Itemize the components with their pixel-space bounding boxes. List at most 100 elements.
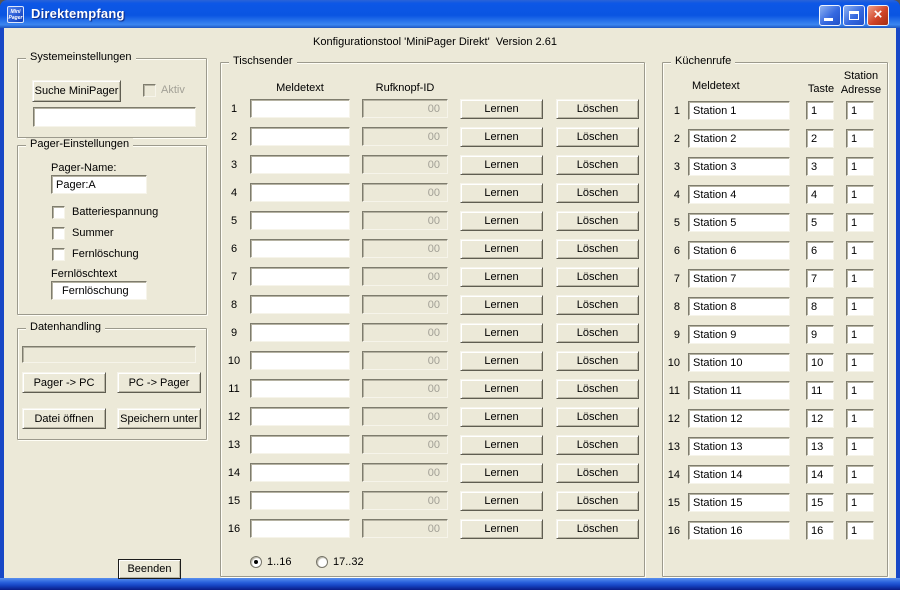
station-adresse-input[interactable]	[846, 353, 874, 372]
taste-input[interactable]	[806, 129, 834, 148]
lernen-button[interactable]: Lernen	[460, 491, 543, 511]
pager-name-input[interactable]	[51, 175, 147, 194]
station-meldetext-input[interactable]	[688, 297, 790, 316]
lernen-button[interactable]: Lernen	[460, 463, 543, 483]
datei-oeffnen-button[interactable]: Datei öffnen	[22, 408, 106, 429]
station-meldetext-input[interactable]	[688, 465, 790, 484]
station-meldetext-input[interactable]	[688, 213, 790, 232]
meldetext-input[interactable]	[250, 211, 350, 230]
taste-input[interactable]	[806, 241, 834, 260]
lernen-button[interactable]: Lernen	[460, 183, 543, 203]
loeschen-button[interactable]: Löschen	[556, 211, 639, 231]
loeschen-button[interactable]: Löschen	[556, 519, 639, 539]
station-adresse-input[interactable]	[846, 241, 874, 260]
station-adresse-input[interactable]	[846, 213, 874, 232]
meldetext-input[interactable]	[250, 491, 350, 510]
meldetext-input[interactable]	[250, 99, 350, 118]
station-meldetext-input[interactable]	[688, 101, 790, 120]
lernen-button[interactable]: Lernen	[460, 239, 543, 259]
taste-input[interactable]	[806, 185, 834, 204]
summer-checkbox[interactable]	[52, 227, 65, 240]
lernen-button[interactable]: Lernen	[460, 127, 543, 147]
pc-to-pager-button[interactable]: PC -> Pager	[117, 372, 201, 393]
meldetext-input[interactable]	[250, 407, 350, 426]
loeschen-button[interactable]: Löschen	[556, 435, 639, 455]
meldetext-input[interactable]	[250, 239, 350, 258]
lernen-button[interactable]: Lernen	[460, 379, 543, 399]
close-button[interactable]: ×	[867, 5, 889, 26]
taste-input[interactable]	[806, 101, 834, 120]
meldetext-input[interactable]	[250, 267, 350, 286]
lernen-button[interactable]: Lernen	[460, 295, 543, 315]
maximize-button[interactable]	[843, 5, 865, 26]
meldetext-input[interactable]	[250, 323, 350, 342]
loeschen-button[interactable]: Löschen	[556, 463, 639, 483]
loeschen-button[interactable]: Löschen	[556, 351, 639, 371]
meldetext-input[interactable]	[250, 519, 350, 538]
lernen-button[interactable]: Lernen	[460, 323, 543, 343]
pager-to-pc-button[interactable]: Pager -> PC	[22, 372, 106, 393]
loeschen-button[interactable]: Löschen	[556, 99, 639, 119]
station-adresse-input[interactable]	[846, 325, 874, 344]
meldetext-input[interactable]	[250, 183, 350, 202]
taste-input[interactable]	[806, 381, 834, 400]
station-meldetext-input[interactable]	[688, 325, 790, 344]
suche-minipager-button[interactable]: Suche MiniPager	[32, 80, 121, 102]
lernen-button[interactable]: Lernen	[460, 267, 543, 287]
taste-input[interactable]	[806, 297, 834, 316]
loeschen-button[interactable]: Löschen	[556, 183, 639, 203]
station-meldetext-input[interactable]	[688, 129, 790, 148]
station-adresse-input[interactable]	[846, 493, 874, 512]
taste-input[interactable]	[806, 409, 834, 428]
station-meldetext-input[interactable]	[688, 241, 790, 260]
beenden-button[interactable]: Beenden	[118, 559, 181, 579]
lernen-button[interactable]: Lernen	[460, 211, 543, 231]
station-adresse-input[interactable]	[846, 381, 874, 400]
minipager-search-field[interactable]	[33, 107, 196, 127]
lernen-button[interactable]: Lernen	[460, 99, 543, 119]
minimize-button[interactable]	[819, 5, 841, 26]
taste-input[interactable]	[806, 521, 834, 540]
station-meldetext-input[interactable]	[688, 185, 790, 204]
station-adresse-input[interactable]	[846, 297, 874, 316]
station-adresse-input[interactable]	[846, 521, 874, 540]
taste-input[interactable]	[806, 493, 834, 512]
fernloeschtext-input[interactable]	[51, 281, 147, 300]
station-meldetext-input[interactable]	[688, 437, 790, 456]
lernen-button[interactable]: Lernen	[460, 155, 543, 175]
meldetext-input[interactable]	[250, 351, 350, 370]
speichern-unter-button[interactable]: Speichern unter	[117, 408, 201, 429]
station-adresse-input[interactable]	[846, 437, 874, 456]
loeschen-button[interactable]: Löschen	[556, 127, 639, 147]
taste-input[interactable]	[806, 269, 834, 288]
station-adresse-input[interactable]	[846, 465, 874, 484]
station-meldetext-input[interactable]	[688, 269, 790, 288]
lernen-button[interactable]: Lernen	[460, 435, 543, 455]
loeschen-button[interactable]: Löschen	[556, 155, 639, 175]
station-meldetext-input[interactable]	[688, 157, 790, 176]
taste-input[interactable]	[806, 213, 834, 232]
station-adresse-input[interactable]	[846, 409, 874, 428]
station-adresse-input[interactable]	[846, 269, 874, 288]
station-meldetext-input[interactable]	[688, 409, 790, 428]
station-meldetext-input[interactable]	[688, 521, 790, 540]
taste-input[interactable]	[806, 325, 834, 344]
radio-1-16[interactable]	[250, 556, 262, 568]
loeschen-button[interactable]: Löschen	[556, 407, 639, 427]
loeschen-button[interactable]: Löschen	[556, 295, 639, 315]
taste-input[interactable]	[806, 353, 834, 372]
station-adresse-input[interactable]	[846, 185, 874, 204]
station-meldetext-input[interactable]	[688, 381, 790, 400]
taste-input[interactable]	[806, 437, 834, 456]
meldetext-input[interactable]	[250, 127, 350, 146]
station-meldetext-input[interactable]	[688, 493, 790, 512]
lernen-button[interactable]: Lernen	[460, 407, 543, 427]
loeschen-button[interactable]: Löschen	[556, 379, 639, 399]
loeschen-button[interactable]: Löschen	[556, 239, 639, 259]
taste-input[interactable]	[806, 157, 834, 176]
taste-input[interactable]	[806, 465, 834, 484]
loeschen-button[interactable]: Löschen	[556, 491, 639, 511]
meldetext-input[interactable]	[250, 295, 350, 314]
station-adresse-input[interactable]	[846, 157, 874, 176]
loeschen-button[interactable]: Löschen	[556, 267, 639, 287]
